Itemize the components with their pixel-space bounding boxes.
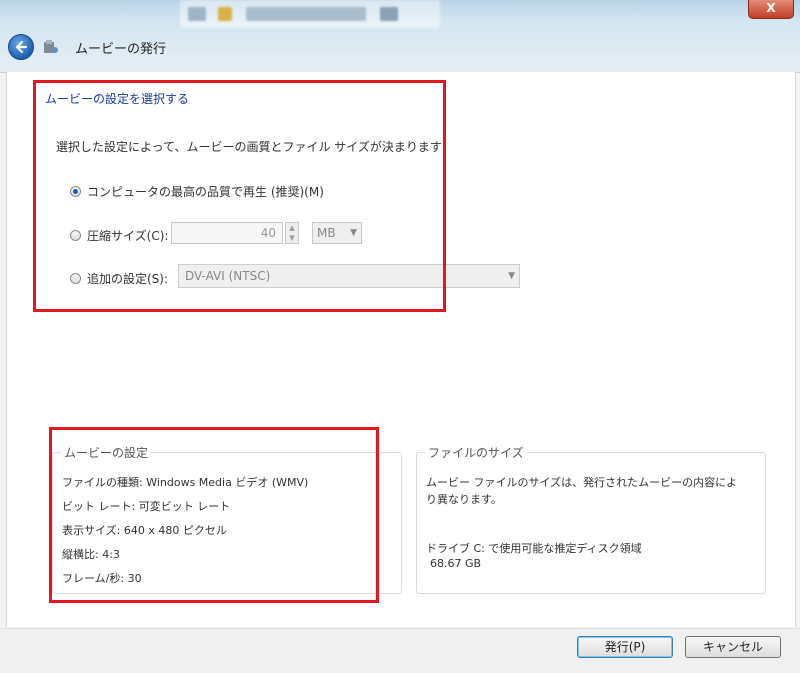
button-bar — [0, 628, 800, 673]
cancel-button[interactable]: キャンセル — [685, 636, 781, 658]
window-icon — [188, 7, 206, 21]
window-title: ムービーの発行 — [75, 42, 167, 57]
taskbar-item — [246, 7, 366, 21]
back-button[interactable] — [8, 34, 34, 60]
movie-maker-icon — [44, 40, 58, 53]
highlight-box-movie-settings — [49, 427, 379, 603]
title-bar: X ムービーの発行 — [0, 0, 800, 73]
publish-button[interactable]: 発行(P) — [577, 636, 673, 658]
file-size-note: ムービー ファイルのサイズは、発行されたムービーの内容によ — [426, 476, 738, 489]
file-size-note: り異なります。 — [426, 493, 502, 506]
chevron-down-icon: ▼ — [508, 271, 515, 281]
group-title: ファイルのサイズ — [425, 444, 527, 461]
background-taskbar — [180, 0, 440, 28]
dropdown-icon — [380, 7, 398, 21]
back-arrow-icon — [15, 40, 28, 54]
close-button[interactable]: X — [748, 0, 794, 19]
highlight-box-settings — [33, 80, 446, 312]
disk-space-label: ドライブ C: で使用可能な推定ディスク領域 — [426, 542, 642, 555]
disk-space-value: 68.67 GB — [430, 557, 482, 570]
folder-icon — [218, 7, 232, 21]
